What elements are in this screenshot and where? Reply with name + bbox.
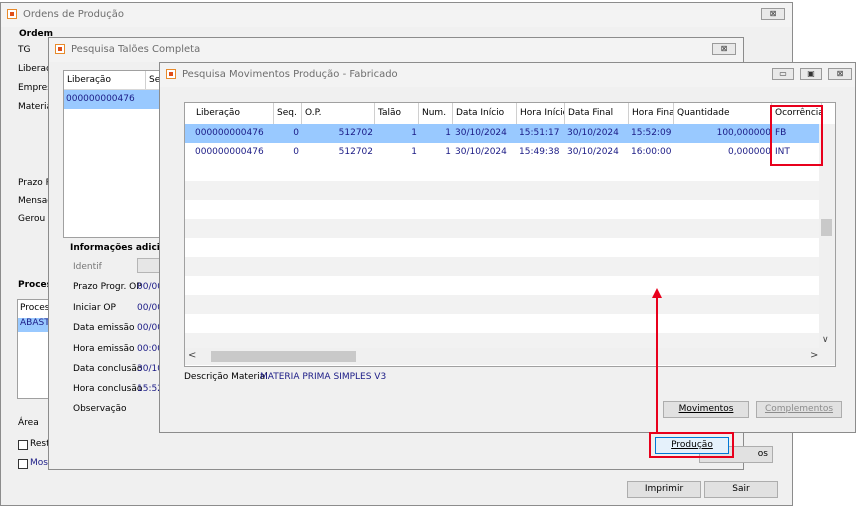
field-label-observacao: Observação xyxy=(73,404,127,414)
material-label: Descrição Material xyxy=(184,372,268,382)
process-table[interactable]: Process ABASTE xyxy=(17,299,51,399)
field-label-hora-conclusao: Hora conclusão xyxy=(73,384,143,394)
vertical-scroll-thumb[interactable] xyxy=(821,219,832,236)
restrict-checkbox[interactable] xyxy=(18,440,28,450)
info-section-title: Informações adicior xyxy=(70,243,171,253)
highlight-ocorrencia-box xyxy=(770,105,823,166)
chevron-right-icon[interactable]: > xyxy=(810,350,818,361)
cell-data-final: 30/10/2024 xyxy=(567,128,619,138)
highlight-producao-box xyxy=(649,432,734,458)
cell-data-inicio: 30/10/2024 xyxy=(455,147,507,157)
title-bar[interactable]: Pesquisa Movimentos Produção - Fabricado… xyxy=(160,63,855,87)
column-header-op: O.P. xyxy=(302,103,375,124)
cell-num: 1 xyxy=(445,128,451,138)
table-header: Liberação Se xyxy=(64,71,162,90)
table-row[interactable]: 000000000476 0 512702 1 1 30/10/2024 15:… xyxy=(185,143,835,162)
cell-num: 1 xyxy=(445,147,451,157)
chevron-down-icon[interactable]: ∨ xyxy=(822,335,829,345)
field-label-tg: TG xyxy=(18,45,31,55)
imprimir-button[interactable]: Imprimir xyxy=(627,481,701,498)
cell-hora-final: 16:00:00 xyxy=(631,147,672,157)
cell-quantidade: 0,000000 xyxy=(728,147,771,157)
cell-talao: 1 xyxy=(411,147,417,157)
movimentos-table[interactable]: Liberação Seq. O.P. Talão Num. Data Iníc… xyxy=(184,102,836,367)
cell-op: 512702 xyxy=(338,147,373,157)
movimentos-button-label: Movimentos xyxy=(678,404,734,414)
field-label-hora-emissao: Hora emissão xyxy=(73,344,135,354)
column-header-hora-final: Hora Final xyxy=(629,103,674,124)
table-row[interactable]: 000000000476 0 512702 1 1 30/10/2024 15:… xyxy=(185,124,835,143)
column-header-talao: Talão xyxy=(375,103,419,124)
chevron-left-icon[interactable]: < xyxy=(188,350,196,361)
window-title: Ordens de Produção xyxy=(23,9,125,20)
process-section-title: Proces xyxy=(18,280,53,290)
title-bar[interactable]: Ordens de Produção ⊠ xyxy=(1,3,792,27)
show-checkbox[interactable] xyxy=(18,459,28,469)
field-label-iniciar-op: Iniciar OP xyxy=(73,303,116,313)
cell-quantidade: 100,000000 xyxy=(716,128,771,138)
pesquisa-movimentos-window: Pesquisa Movimentos Produção - Fabricado… xyxy=(159,62,856,433)
close-button[interactable]: ⊠ xyxy=(712,43,736,55)
window-title: Pesquisa Talões Completa xyxy=(71,44,201,55)
cell-hora-inicio: 15:49:38 xyxy=(519,147,560,157)
close-button[interactable]: ⊠ xyxy=(761,8,785,20)
table-empty-area xyxy=(185,162,819,348)
material-value: MATERIA PRIMA SIMPLES V3 xyxy=(260,372,387,382)
app-icon xyxy=(55,44,65,54)
cell-data-final: 30/10/2024 xyxy=(567,147,619,157)
identif-label: Identif xyxy=(73,262,102,272)
field-label-data-emissao: Data emissão xyxy=(73,323,135,333)
process-row-label: ABASTE xyxy=(20,318,50,328)
cell-op: 512702 xyxy=(338,128,373,138)
cell-liberacao: 000000000476 xyxy=(66,94,135,104)
title-bar[interactable]: Pesquisa Talões Completa ⊠ xyxy=(49,38,743,62)
process-table-header: Process xyxy=(20,303,51,313)
cell-seq: 0 xyxy=(293,128,299,138)
table-row[interactable]: 000000000476 xyxy=(64,90,162,109)
taloes-table[interactable]: Liberação Se 000000000476 xyxy=(63,70,163,238)
cell-hora-final: 15:52:09 xyxy=(631,128,672,138)
column-header-data-inicio: Data Início xyxy=(453,103,517,124)
column-header-liberacao: Liberação xyxy=(193,103,274,124)
cell-liberacao: 000000000476 xyxy=(195,128,264,138)
complementos-button[interactable]: Complementos xyxy=(756,401,842,418)
cell-talao: 1 xyxy=(411,128,417,138)
minimize-button[interactable]: ▭ xyxy=(772,68,794,80)
horizontal-scroll-thumb[interactable] xyxy=(211,351,356,362)
field-label-data-conclusao: Data conclusão xyxy=(73,364,143,374)
cell-data-inicio: 30/10/2024 xyxy=(455,128,507,138)
column-header-seq: Seq. xyxy=(274,103,302,124)
process-row[interactable]: ABASTE xyxy=(18,318,50,332)
column-header-num: Num. xyxy=(419,103,453,124)
app-icon xyxy=(166,69,176,79)
close-button[interactable]: ⊠ xyxy=(828,68,852,80)
cell-liberacao: 000000000476 xyxy=(195,147,264,157)
horizontal-scrollbar[interactable]: < > xyxy=(185,348,835,365)
cell-hora-inicio: 15:51:17 xyxy=(519,128,560,138)
maximize-button[interactable]: ▣ xyxy=(800,68,822,80)
complementos-button-label: Complementos xyxy=(764,404,834,414)
column-header-hora-inicio: Hora Início xyxy=(517,103,565,124)
table-header: Liberação Seq. O.P. Talão Num. Data Iníc… xyxy=(185,103,835,125)
area-label: Área xyxy=(18,418,39,428)
app-icon xyxy=(7,9,17,19)
column-header-quantidade: Quantidade xyxy=(674,103,772,124)
window-title: Pesquisa Movimentos Produção - Fabricado xyxy=(182,69,398,80)
field-label-prazo-progr: Prazo Progr. OP xyxy=(73,282,142,292)
column-header-liberacao: Liberação xyxy=(64,71,146,89)
column-header-data-final: Data Final xyxy=(565,103,629,124)
cell-seq: 0 xyxy=(293,147,299,157)
hidden-action-label: os xyxy=(757,449,768,459)
sair-button[interactable]: Sair xyxy=(704,481,778,498)
movimentos-button[interactable]: Movimentos xyxy=(663,401,749,418)
